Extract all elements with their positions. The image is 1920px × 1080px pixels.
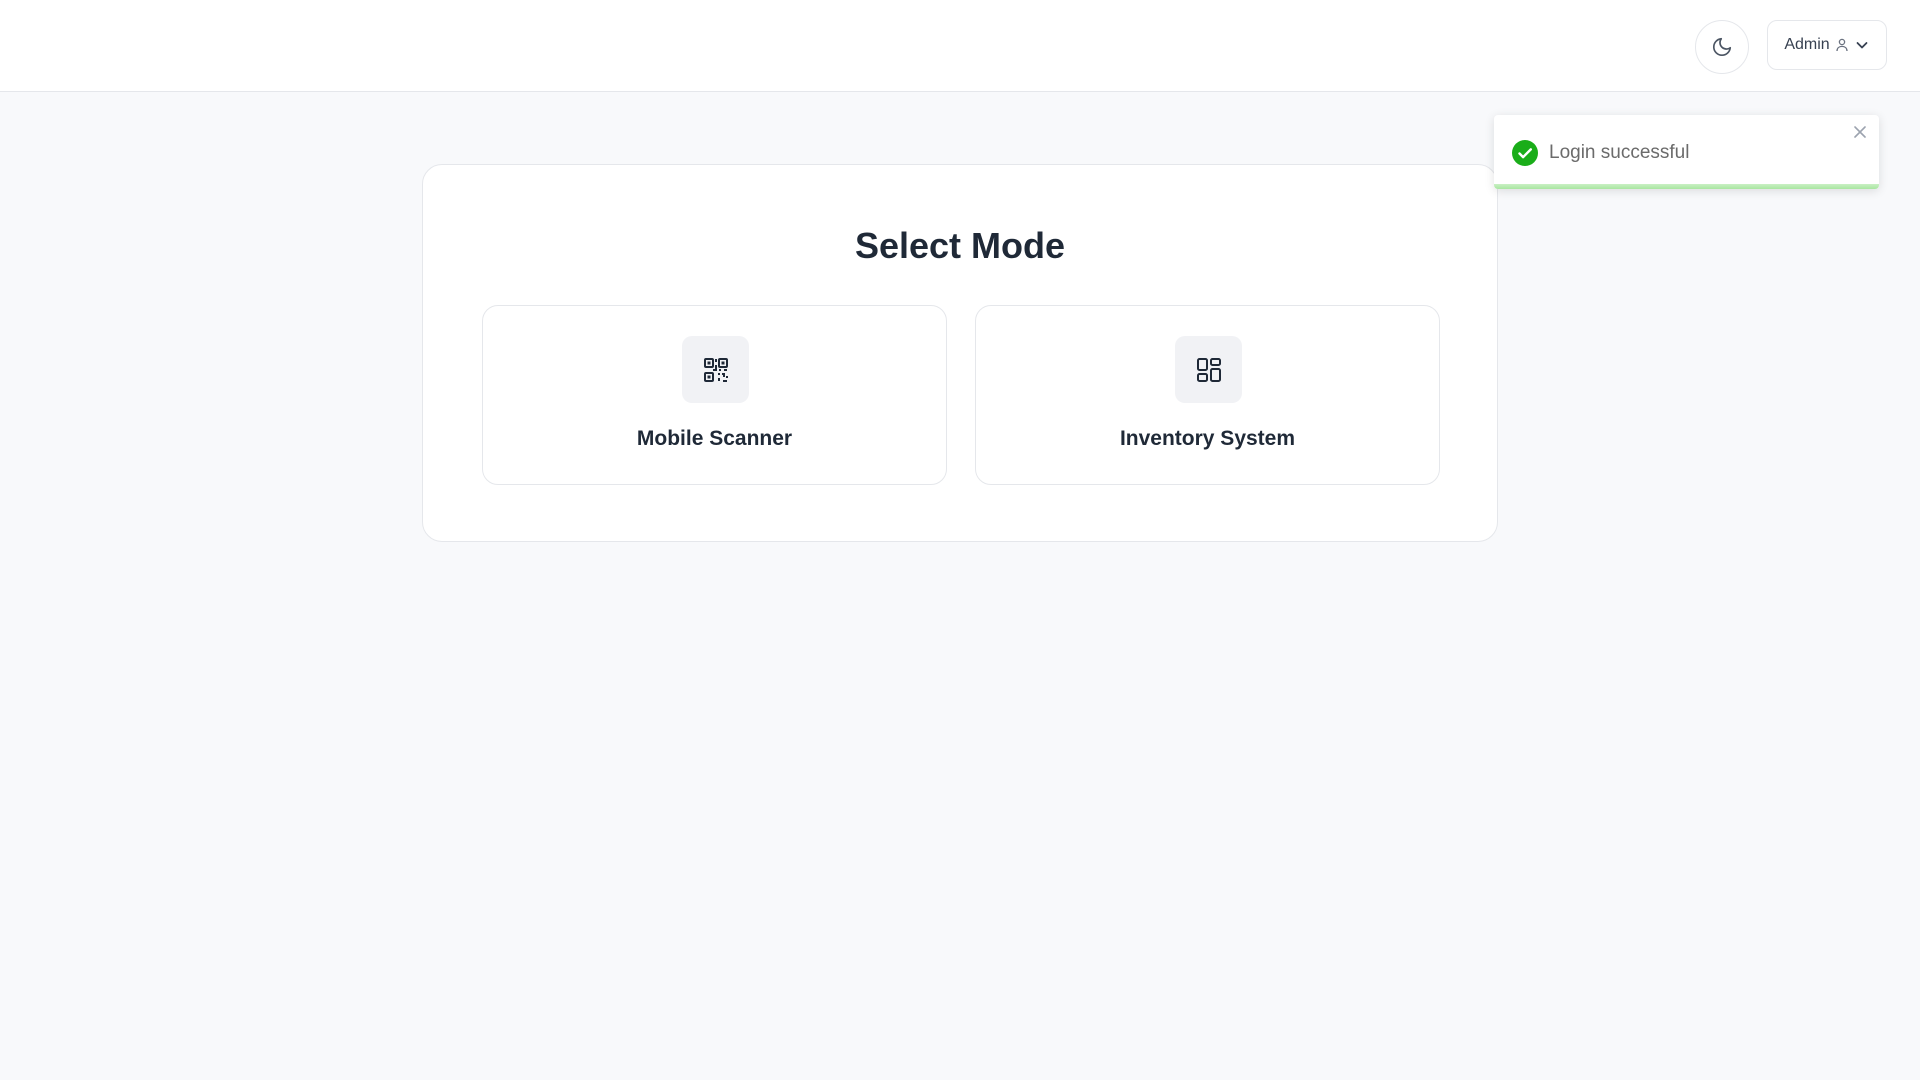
close-icon[interactable] <box>1851 123 1869 141</box>
user-icon <box>1836 38 1848 52</box>
dashboard-grid-icon <box>1195 356 1223 384</box>
login-success-toast: Login successful <box>1494 115 1879 189</box>
mode-icon-container <box>682 336 749 403</box>
toast-progress-bar <box>1494 184 1879 189</box>
mode-selection-card: Select Mode Mobile Scanner Inventory Sys… <box>422 164 1498 542</box>
mode-icon-container <box>1175 336 1242 403</box>
user-menu-button[interactable]: Admin <box>1767 20 1887 70</box>
chevron-down-icon <box>1854 37 1870 53</box>
top-bar: Admin <box>0 0 1920 92</box>
mobile-scanner-option[interactable]: Mobile Scanner <box>482 305 947 485</box>
qr-code-icon <box>702 356 730 384</box>
page-title: Select Mode <box>854 225 1066 266</box>
check-circle-icon <box>1512 140 1538 166</box>
inventory-system-label: Inventory System <box>1119 427 1296 450</box>
toast-message: Login successful <box>1549 142 1690 163</box>
user-name: Admin <box>1784 36 1830 53</box>
theme-toggle-button[interactable] <box>1695 20 1749 74</box>
inventory-system-option[interactable]: Inventory System <box>975 305 1440 485</box>
moon-icon <box>1711 36 1733 58</box>
mobile-scanner-label: Mobile Scanner <box>636 427 793 450</box>
